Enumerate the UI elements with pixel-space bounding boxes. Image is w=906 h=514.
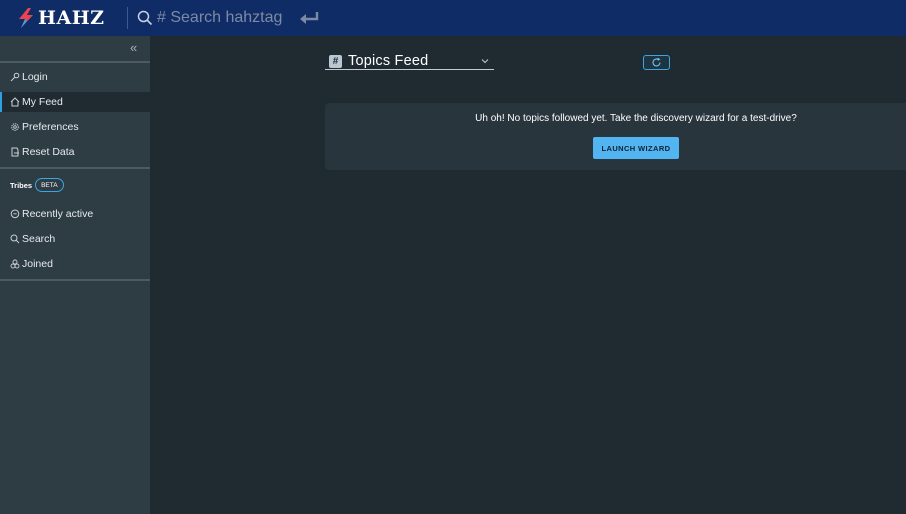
refresh-button[interactable]: [643, 55, 670, 70]
reset-icon: [11, 147, 19, 157]
sidebar-divider: [0, 61, 150, 63]
refresh-icon: [652, 57, 661, 67]
sidebar-item-reset-data[interactable]: Reset Data: [0, 142, 150, 162]
chat-icon: [10, 209, 20, 219]
sidebar-item-preferences[interactable]: Preferences: [0, 117, 150, 137]
sidebar-item-label: My Feed: [22, 96, 63, 108]
feed-title: Topics Feed: [348, 53, 429, 69]
sidebar-item-label: Recently active: [22, 208, 94, 220]
beta-badge: BETA: [35, 178, 64, 192]
sidebar-divider: [0, 167, 150, 169]
sidebar-item-label: Reset Data: [22, 146, 75, 158]
empty-feed-card: Uh oh! No topics followed yet. Take the …: [325, 103, 906, 170]
group-icon: [10, 259, 20, 269]
sidebar-item-login[interactable]: Login: [0, 67, 150, 87]
header-divider: [127, 7, 128, 29]
tribes-label: Tribes: [10, 180, 33, 190]
search-icon[interactable]: [137, 10, 153, 26]
hashtag-icon: #: [329, 54, 342, 68]
main-content: # Topics Feed Uh oh! No topics followed …: [150, 36, 906, 514]
sidebar-item-search[interactable]: Search: [0, 229, 150, 249]
empty-feed-message: Uh oh! No topics followed yet. Take the …: [475, 113, 797, 124]
sidebar-item-label: Login: [22, 71, 48, 83]
sidebar-item-label: Search: [22, 233, 56, 245]
sidebar-item-my-feed[interactable]: My Feed: [0, 92, 150, 112]
gear-icon: [11, 123, 19, 131]
sidebar-item-joined[interactable]: Joined: [0, 254, 150, 274]
sidebar: « Login My Feed Preferences Reset Data T…: [0, 36, 150, 514]
launch-wizard-button[interactable]: LAUNCH WIZARD: [593, 137, 679, 159]
enter-icon[interactable]: [299, 11, 319, 25]
sidebar-item-recently-active[interactable]: Recently active: [0, 204, 150, 224]
sidebar-divider: [0, 279, 150, 281]
bolt-logo-icon: [19, 8, 33, 28]
key-icon: [10, 72, 20, 82]
feed-selector[interactable]: # Topics Feed: [325, 53, 494, 70]
sidebar-item-label: Preferences: [22, 121, 79, 133]
search-input[interactable]: [157, 7, 357, 29]
top-header: HAHZ: [0, 0, 906, 36]
sidebar-item-label: Joined: [22, 258, 53, 270]
tribes-heading: Tribes BETA: [10, 178, 64, 192]
logo[interactable]: HAHZ: [16, 7, 105, 29]
home-icon: [10, 97, 20, 107]
chevron-down-icon: [481, 59, 489, 64]
search-icon: [10, 234, 20, 244]
logo-text: HAHZ: [38, 7, 105, 29]
collapse-sidebar-icon[interactable]: «: [130, 41, 142, 54]
